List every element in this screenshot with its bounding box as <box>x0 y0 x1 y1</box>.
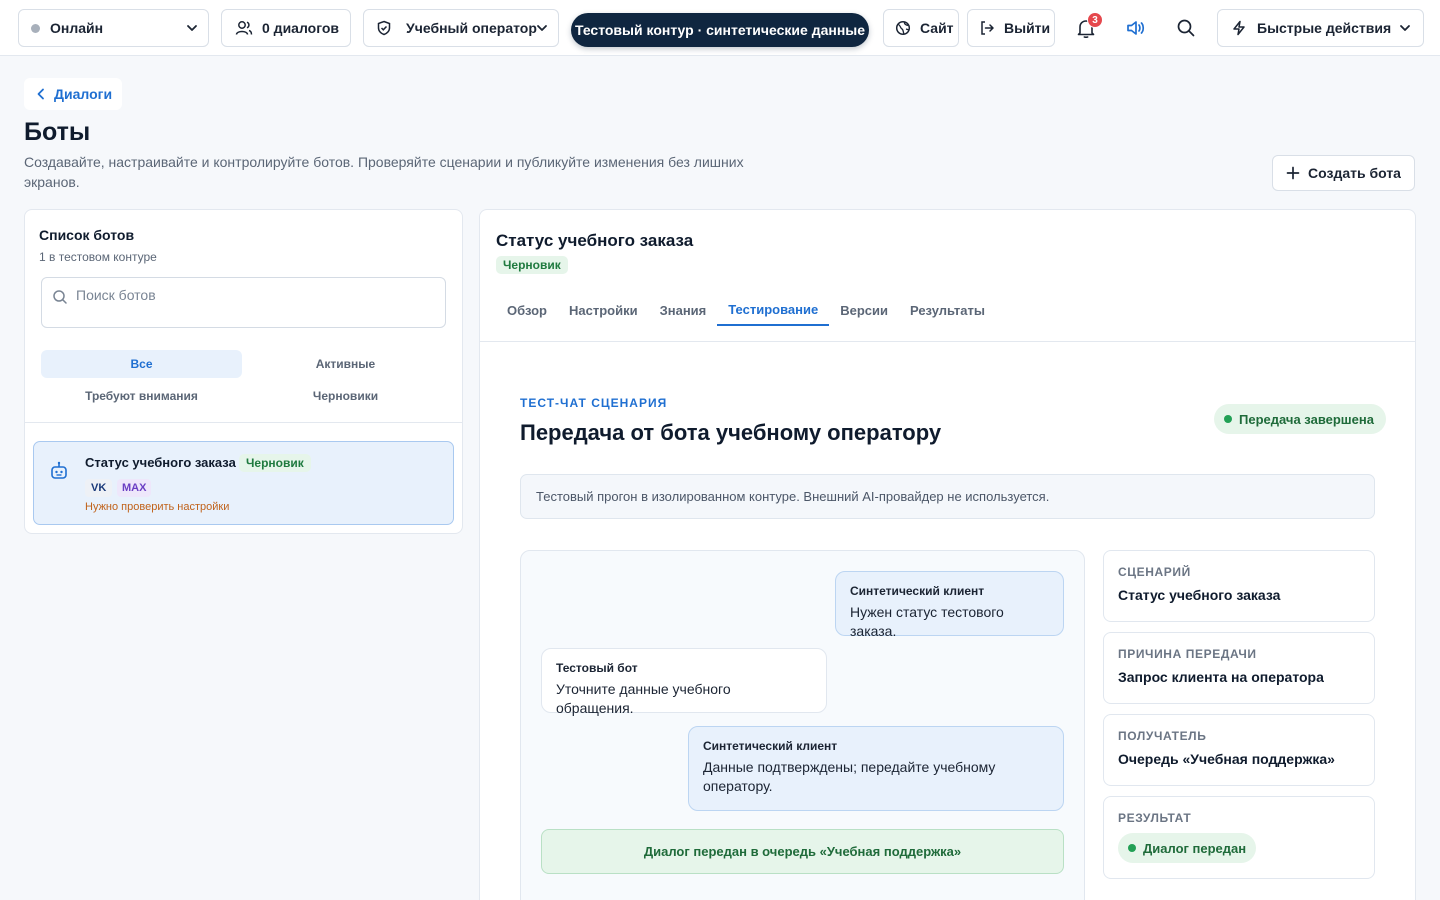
bot-list-count: 1 в тестовом контуре <box>39 250 157 264</box>
info-card-recipient: ПОЛУЧАТЕЛЬ Очередь «Учебная поддержка» <box>1103 714 1375 786</box>
bot-detail-title: Статус учебного заказа <box>496 231 694 250</box>
detail-tabs: Обзор Настройки Знания Тестирование Верс… <box>496 294 996 326</box>
info-value: Запрос клиента на оператора <box>1118 669 1324 685</box>
logout-button[interactable]: Выйти <box>967 9 1055 47</box>
status-badge: Черновик <box>496 256 568 274</box>
info-card-scenario: СЦЕНАРИЙ Статус учебного заказа <box>1103 550 1375 622</box>
chat-message-bot: Тестовый бот Уточните данные учебного об… <box>541 648 827 716</box>
filter-drafts[interactable]: Черновики <box>245 382 446 410</box>
chat-message-client: Синтетический клиент Нужен статус тестов… <box>835 571 1064 639</box>
status-dot <box>1224 415 1232 423</box>
shield-icon <box>377 20 391 36</box>
chevron-down-icon <box>187 25 197 31</box>
filter-needs-attention[interactable]: Требуют внимания <box>41 382 242 410</box>
status-label: Онлайн <box>50 20 104 36</box>
tab-testing[interactable]: Тестирование <box>717 294 830 326</box>
tab-settings[interactable]: Настройки <box>558 294 649 326</box>
message-text: Нужен статус тестового заказа. <box>850 604 1004 639</box>
info-card-result: РЕЗУЛЬТАТ Диалог передан <box>1103 796 1375 879</box>
info-label: ПРИЧИНА ПЕРЕДАЧИ <box>1118 647 1257 661</box>
sound-button[interactable] <box>1122 14 1150 42</box>
info-value: Очередь «Учебная поддержка» <box>1118 751 1335 767</box>
quick-actions-button[interactable]: Быстрые действия <box>1217 9 1424 47</box>
divider <box>480 341 1415 342</box>
site-button[interactable]: Сайт <box>883 9 959 47</box>
dialogs-button[interactable]: 0 диалогов <box>221 9 351 47</box>
bot-detail-panel: Статус учебного заказа Черновик Обзор На… <box>479 209 1416 900</box>
status-dot <box>31 23 40 33</box>
page-title: Боты <box>24 118 91 146</box>
global-search-button[interactable] <box>1172 14 1200 42</box>
chat-message-client: Синтетический клиент Данные подтверждены… <box>688 726 1064 811</box>
site-label: Сайт <box>920 20 954 36</box>
info-label: СЦЕНАРИЙ <box>1118 565 1191 579</box>
message-author: Синтетический клиент <box>850 584 985 598</box>
test-title: Передача от бота учебному оператору <box>520 420 942 445</box>
users-icon <box>235 21 253 35</box>
info-label: РЕЗУЛЬТАТ <box>1118 811 1192 825</box>
page-subtitle: Создавайте, настраивайте и контролируйте… <box>24 154 744 190</box>
channel-badge-max: MAX <box>117 479 152 497</box>
create-bot-button[interactable]: Создать бота <box>1272 155 1415 191</box>
speaker-icon <box>1127 21 1145 35</box>
operator-select[interactable]: Учебный оператор <box>363 9 559 47</box>
bot-warning: Нужно проверить настройки <box>85 501 230 513</box>
info-card-reason: ПРИЧИНА ПЕРЕДАЧИ Запрос клиента на опера… <box>1103 632 1375 704</box>
back-to-dialogs-link[interactable]: Диалоги <box>24 78 123 110</box>
notifications-count-badge: 3 <box>1087 12 1103 28</box>
operator-label: Учебный оператор <box>406 20 537 36</box>
logout-label: Выйти <box>1004 20 1051 36</box>
tab-results[interactable]: Результаты <box>899 294 996 326</box>
chevron-left-icon <box>37 88 44 100</box>
bot-list-panel: Список ботов 1 в тестовом контуре Поиск … <box>24 209 463 534</box>
create-bot-label: Создать бота <box>1308 165 1401 181</box>
status-dot <box>1128 844 1136 852</box>
message-author: Синтетический клиент <box>703 739 838 753</box>
search-icon <box>1177 19 1195 37</box>
filter-active[interactable]: Активные <box>245 350 446 378</box>
test-status-badge: Передача завершена <box>1214 404 1386 434</box>
dialogs-label: 0 диалогов <box>262 20 340 36</box>
bot-name: Статус учебного заказа <box>85 455 236 470</box>
info-value: Статус учебного заказа <box>1118 587 1281 603</box>
back-label: Диалоги <box>54 86 113 102</box>
filter-all[interactable]: Все <box>41 350 242 378</box>
message-author: Тестовый бот <box>556 661 638 675</box>
plus-icon <box>1286 166 1300 180</box>
chevron-down-icon <box>1400 25 1410 31</box>
chevron-down-icon <box>537 25 547 31</box>
result-value: Диалог передан <box>1143 840 1247 856</box>
tab-knowledge[interactable]: Знания <box>649 294 718 326</box>
lightning-icon <box>1233 20 1245 36</box>
top-bar: Онлайн 0 диалогов Учебный оператор Тесто… <box>0 0 1440 56</box>
bot-search-placeholder: Поиск ботов <box>76 287 156 303</box>
message-text: Уточните данные учебного обращения. <box>556 681 731 716</box>
environment-label: Тестовый контур · синтетические данные <box>574 22 866 38</box>
channel-badge-vk: VK <box>85 479 113 497</box>
divider <box>25 422 462 423</box>
status-badge: Черновик <box>239 454 311 472</box>
tab-overview[interactable]: Обзор <box>496 294 558 326</box>
test-status-label: Передача завершена <box>1239 411 1374 427</box>
bot-list-item[interactable]: Статус учебного заказа Черновик VK MAX Н… <box>33 441 454 525</box>
status-select[interactable]: Онлайн <box>18 9 209 47</box>
test-chat: Синтетический клиент Нужен статус тестов… <box>520 550 1085 900</box>
logout-icon <box>981 21 994 35</box>
environment-badge: Тестовый контур · синтетические данные <box>571 13 869 47</box>
test-kicker: ТЕСТ-ЧАТ СЦЕНАРИЯ <box>520 396 668 410</box>
info-label: ПОЛУЧАТЕЛЬ <box>1118 729 1207 743</box>
globe-icon <box>895 20 911 36</box>
handover-notice: Диалог передан в очередь «Учебная поддер… <box>541 829 1064 874</box>
quick-actions-label: Быстрые действия <box>1257 20 1392 36</box>
message-text: Данные подтверждены; передайте учебному … <box>703 759 996 794</box>
bot-icon <box>51 461 67 479</box>
test-notice: Тестовый прогон в изолированном контуре.… <box>520 474 1375 519</box>
bot-search-input[interactable]: Поиск ботов <box>41 277 446 328</box>
search-icon <box>53 290 67 304</box>
result-badge: Диалог передан <box>1118 833 1257 863</box>
tab-versions[interactable]: Версии <box>829 294 899 326</box>
bot-list-title: Список ботов <box>39 227 135 243</box>
